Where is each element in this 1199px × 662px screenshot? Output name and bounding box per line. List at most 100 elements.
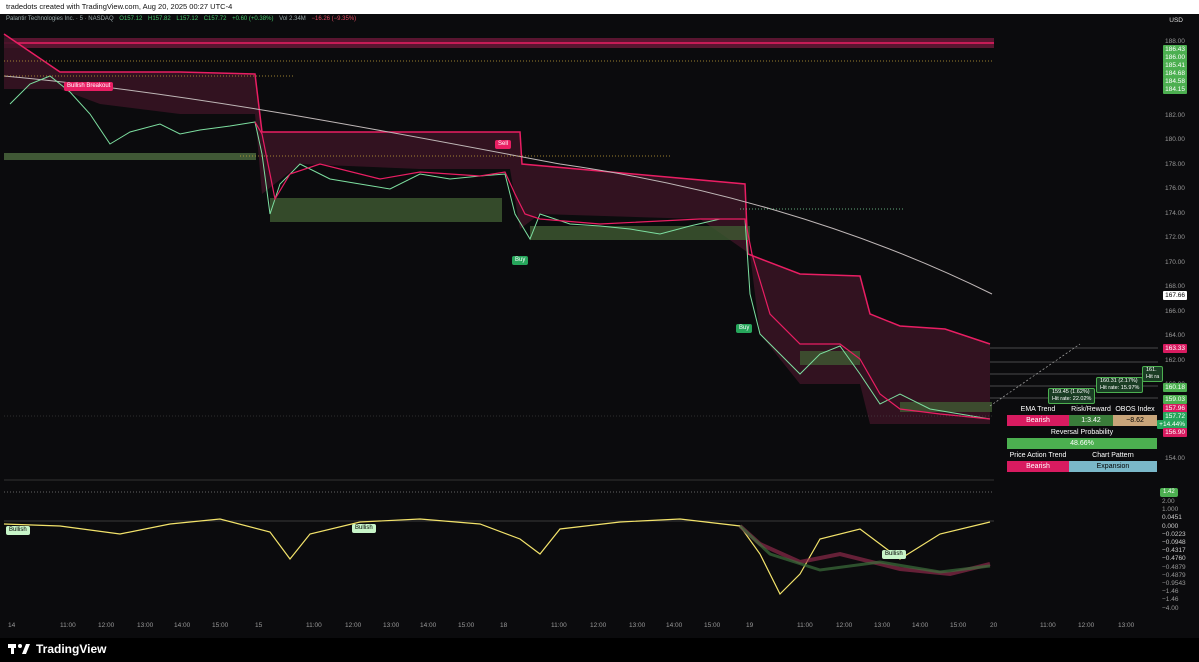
target-price: 159.45 (1.62%): [1052, 389, 1090, 395]
ema-trend-label: EMA Trend: [1020, 406, 1056, 413]
time-tick: 11:00: [551, 622, 567, 629]
price-tick: 168.00: [1165, 283, 1185, 290]
target-label: 161. Hit ra: [1142, 366, 1164, 382]
target-label: 160.31 (2.17%) Hit rate: 15.97%: [1096, 377, 1144, 393]
indicator-dashboard: EMA Trend Risk/Reward OBOS Index Bearish…: [1007, 404, 1157, 474]
price-tick: 162.00: [1165, 356, 1185, 364]
price-tag: 156.90: [1163, 428, 1187, 437]
reversal-value: 48.66%: [1007, 438, 1157, 449]
reversal-label: Reversal Probability: [1050, 429, 1114, 436]
time-tick: 20: [990, 622, 998, 629]
oscillator-tick: −0.4760: [1162, 555, 1186, 563]
target-hit-rate: Hit rate: 15.97%: [1100, 385, 1140, 391]
oscillator-tick: −1.46: [1162, 588, 1179, 596]
oscillator-tick: −0.4879: [1162, 571, 1186, 579]
time-tick: 19: [746, 622, 754, 629]
price-tag: 159.03: [1163, 395, 1187, 404]
price-action-trend-value: Bearish: [1007, 461, 1069, 472]
oscillator-tick: −0.0223: [1162, 530, 1186, 538]
oscillator-tick: 2.00: [1162, 498, 1175, 505]
brand-name: TradingView: [36, 642, 107, 656]
risk-reward-label: Risk/Reward: [1071, 406, 1111, 413]
oscillator-tick: 0.000: [1162, 522, 1179, 530]
time-tick: 12:00: [98, 622, 115, 629]
oscillator-tick: −0.9543: [1162, 580, 1186, 587]
time-tick: 13:00: [1118, 622, 1135, 629]
time-tick: 14:00: [912, 622, 929, 629]
time-tick: 12:00: [590, 622, 607, 629]
ema-trend-value: Bearish: [1007, 415, 1069, 426]
buy-signal-label: Buy: [512, 256, 529, 265]
price-tick: 180.00: [1165, 136, 1185, 143]
price-tag: 167.66: [1163, 291, 1187, 300]
time-tick: 11:00: [1040, 622, 1056, 629]
bullish-breakout-label: Bullish Breakout: [64, 82, 114, 91]
demand-zone: [530, 226, 750, 240]
time-tick: 12:00: [345, 622, 362, 629]
price-tag: 184.15: [1163, 85, 1187, 94]
time-tick: 13:00: [137, 622, 154, 629]
target-price: 160.31 (2.17%): [1100, 378, 1138, 384]
obos-label: OBOS Index: [1115, 406, 1155, 413]
time-tick: 12:00: [836, 622, 853, 629]
oscillator-tick: −0.4317: [1162, 547, 1186, 555]
price-tick: 164.00: [1165, 332, 1185, 339]
price-tick: 154.00: [1165, 454, 1185, 462]
time-tick: 15:00: [704, 622, 721, 629]
price-action-trend-label: Price Action Trend: [1009, 452, 1067, 459]
chart-pattern-value: Expansion: [1069, 461, 1157, 472]
demand-zone: [800, 351, 860, 365]
oscillator-tick: −0.4879: [1162, 563, 1186, 571]
tradingview-logo-icon: [8, 644, 30, 654]
price-tick: 176.00: [1165, 185, 1185, 192]
price-tick: 182.00: [1165, 111, 1185, 119]
chart-pattern-label: Chart Pattern: [1092, 452, 1134, 459]
price-tick: 188.00: [1165, 38, 1185, 45]
price-tick: 166.00: [1165, 307, 1185, 315]
time-tick: 14: [8, 622, 16, 629]
time-tick: 13:00: [874, 622, 891, 629]
target-label: 159.45 (1.62%) Hit rate: 22.02%: [1048, 388, 1096, 404]
oscillator-tick: 1.000: [1162, 506, 1179, 514]
target-hit-rate: Hit ra: [1146, 374, 1160, 380]
buy-signal-label: Buy: [736, 324, 753, 333]
time-tick: 15: [255, 622, 263, 629]
time-tick: 11:00: [306, 622, 322, 629]
oscillator-tick: −4.00: [1162, 604, 1179, 612]
time-tick: 15:00: [212, 622, 229, 629]
price-tick: 172.00: [1165, 234, 1185, 241]
main-chart[interactable]: [0, 14, 1199, 638]
bearish-cloud: [4, 34, 990, 424]
time-tick: 11:00: [797, 622, 813, 629]
time-tick: 15:00: [458, 622, 475, 629]
time-tick: 18: [500, 622, 508, 629]
time-tick: 14:00: [420, 622, 437, 629]
price-tick: 170.00: [1165, 258, 1185, 266]
osc-bullish-label: Bullish: [6, 526, 30, 535]
time-tick: 13:00: [383, 622, 400, 629]
oscillator-tick: −0.0948: [1162, 539, 1186, 546]
oscillator-tick: 0.0451: [1162, 514, 1182, 522]
osc-bullish-label: Bullish: [882, 550, 906, 559]
price-tag: 160.18: [1163, 383, 1187, 392]
time-tick: 11:00: [60, 622, 76, 629]
risk-reward-value: 1:3.42: [1069, 415, 1113, 426]
tradingview-logo[interactable]: TradingView: [8, 642, 106, 656]
export-header: tradedots created with TradingView.com, …: [0, 0, 1199, 14]
target-price: 161.: [1146, 367, 1157, 373]
time-tick: 12:00: [1078, 622, 1095, 629]
demand-zone: [270, 198, 502, 222]
time-tick: 14:00: [174, 622, 191, 629]
osc-bullish-label: Bullish: [352, 524, 376, 533]
obos-value: −8.62: [1113, 415, 1157, 426]
price-tick: 174.00: [1165, 209, 1185, 217]
demand-zone: [4, 153, 256, 160]
time-tick: 15:00: [950, 622, 967, 629]
chart-frame[interactable]: Palantir Technologies Inc. · 5 · NASDAQ …: [0, 14, 1199, 638]
price-tag: 163.33: [1163, 344, 1187, 353]
time-tick: 14:00: [666, 622, 683, 629]
osc-value-tag: 1.42: [1160, 488, 1178, 497]
sell-signal-label: Sell: [495, 140, 512, 149]
time-tick: 13:00: [629, 622, 646, 629]
footer-bar: TradingView: [0, 638, 1199, 662]
